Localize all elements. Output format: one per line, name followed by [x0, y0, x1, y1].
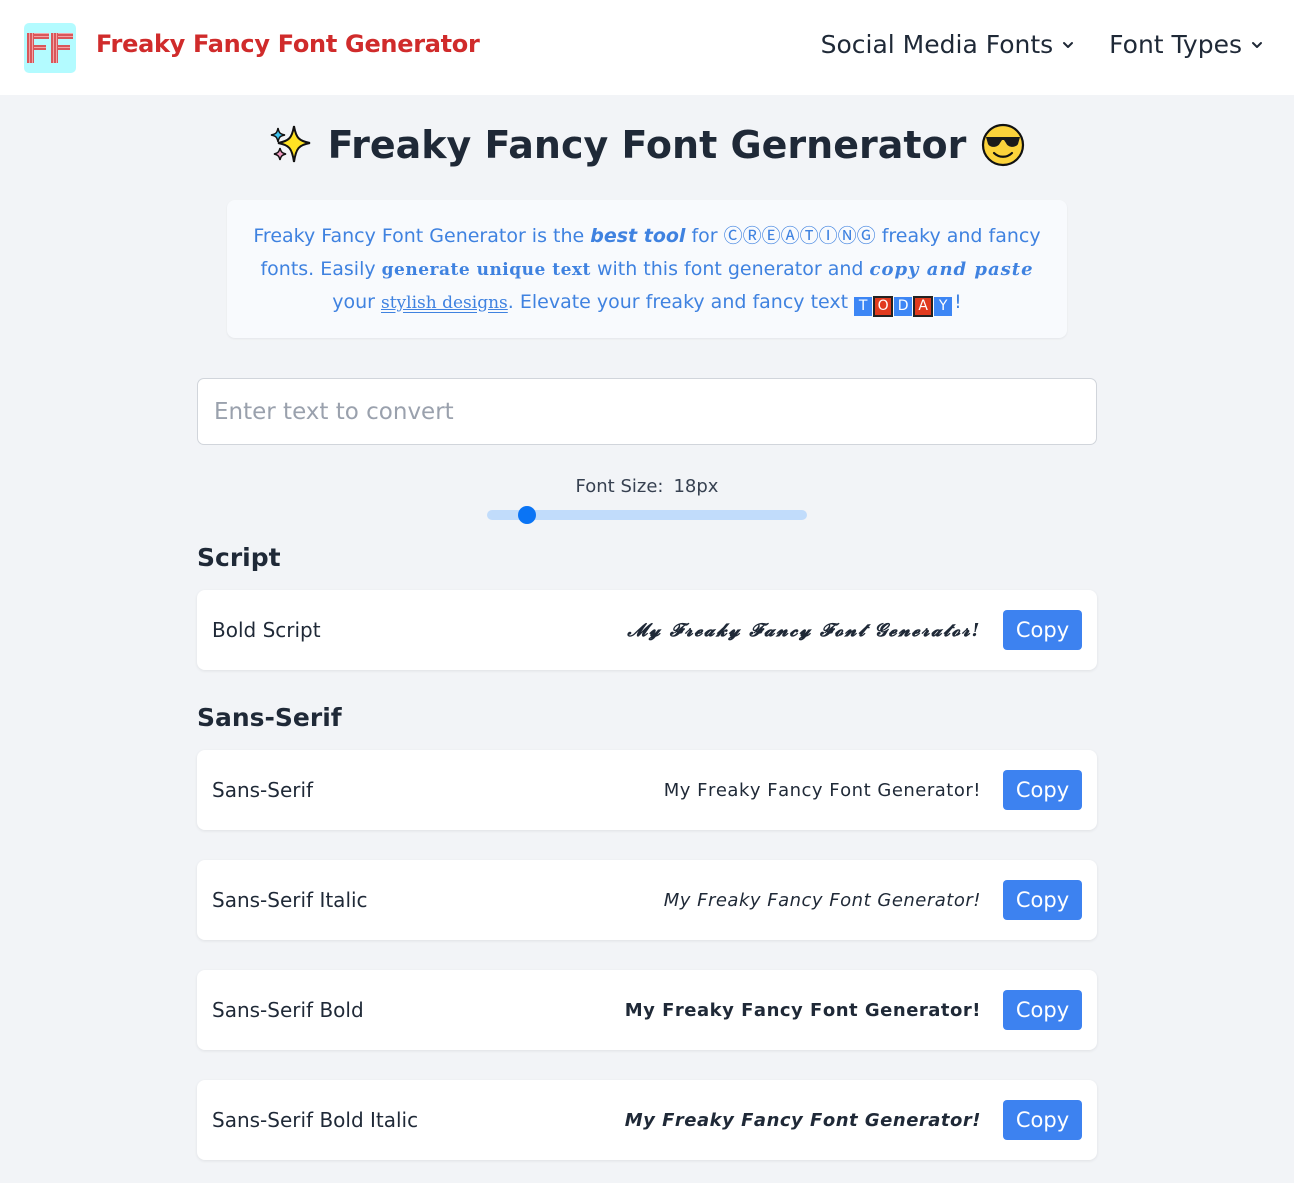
- nav-font-types[interactable]: Font Types: [1109, 30, 1264, 59]
- font-preview: 𝓜𝔂 𝓕𝓻𝓮𝓪𝓴𝔂 𝓕𝓪𝓷𝓬𝔂 𝓕𝓸𝓷𝓽 𝓖𝓮𝓷𝓮𝓻𝓪𝓽𝓸𝓻!: [627, 619, 981, 641]
- sunglasses-face-icon: [982, 123, 1025, 167]
- text-to-convert-input[interactable]: [197, 378, 1097, 445]
- today-letter: Y: [934, 297, 953, 316]
- main-nav: Social Media Fonts Font Types: [821, 30, 1264, 59]
- sparkles-icon: [270, 125, 310, 163]
- nav-label: Social Media Fonts: [820, 30, 1054, 59]
- nav-social-media-fonts[interactable]: Social Media Fonts: [821, 30, 1076, 59]
- generate-unique-text: generate unique text: [381, 259, 591, 280]
- font-style-label: Bold Script: [212, 618, 321, 642]
- chevron-down-icon: [1252, 41, 1262, 48]
- font-size-value: 18px: [673, 476, 719, 497]
- intro-description: Freaky Fancy Font Generator is the best …: [227, 200, 1067, 338]
- copy-button[interactable]: Copy: [1003, 1100, 1082, 1140]
- font-row: Sans-Serif Bold Italic 𝙈𝙮 𝙁𝙧𝙚𝙖𝙠𝙮 𝙁𝙖𝙣𝙘𝙮 𝙁…: [197, 1080, 1097, 1160]
- section-heading-sans-serif: Sans-Serif: [197, 703, 342, 732]
- today-letter: A: [913, 296, 934, 317]
- font-row: Sans-Serif Italic 𝘔𝘺 𝘍𝘳𝘦𝘢𝘬𝘺 𝘍𝘢𝘯𝘤𝘺 𝘍𝘰𝘯𝘵 𝘎…: [197, 860, 1097, 940]
- font-style-label: Sans-Serif Bold: [212, 998, 364, 1022]
- copy-button[interactable]: Copy: [1003, 990, 1082, 1030]
- font-row: Sans-Serif 𝖬𝗒 𝖥𝗋𝖾𝖺𝗄𝗒 𝖥𝖺𝗇𝖼𝗒 𝖥𝗈𝗇𝗍 𝖦𝖾𝗇𝖾𝗋𝖺𝗍𝗈…: [197, 750, 1097, 830]
- font-preview: 𝖬𝗒 𝖥𝗋𝖾𝖺𝗄𝗒 𝖥𝖺𝗇𝖼𝗒 𝖥𝗈𝗇𝗍 𝖦𝖾𝗇𝖾𝗋𝖺𝗍𝗈𝗋!: [663, 779, 981, 801]
- today-letter: D: [894, 297, 913, 316]
- slider-thumb[interactable]: [518, 506, 536, 524]
- stylish-designs-text: stylish designs: [381, 293, 508, 313]
- page-title: Freaky Fancy Font Gernerator: [0, 122, 1294, 168]
- font-row: Bold Script 𝓜𝔂 𝓕𝓻𝓮𝓪𝓴𝔂 𝓕𝓪𝓷𝓬𝔂 𝓕𝓸𝓷𝓽 𝓖𝓮𝓷𝓮𝓻𝓪𝓽…: [197, 590, 1097, 670]
- font-preview: 𝘔𝘺 𝘍𝘳𝘦𝘢𝘬𝘺 𝘍𝘢𝘯𝘤𝘺 𝘍𝘰𝘯𝘵 𝘎𝘦𝘯𝘦𝘳𝘢𝘵𝘰𝘳!: [663, 889, 981, 911]
- site-header: Freaky Fancy Font Generator Social Media…: [0, 0, 1294, 95]
- today-letter: T: [854, 297, 873, 316]
- chevron-down-icon: [1063, 41, 1074, 48]
- font-style-label: Sans-Serif: [212, 778, 314, 802]
- copy-button[interactable]: Copy: [1003, 770, 1082, 810]
- font-style-label: Sans-Serif Italic: [212, 888, 368, 912]
- best-tool-text: best tool: [590, 225, 686, 247]
- copy-button[interactable]: Copy: [1003, 610, 1082, 650]
- font-preview: 𝙈𝙮 𝙁𝙧𝙚𝙖𝙠𝙮 𝙁𝙖𝙣𝙘𝙮 𝙁𝙤𝙣𝙩 𝙂𝙚𝙣𝙚𝙧𝙖𝙩𝙤𝙧!: [624, 1109, 981, 1131]
- font-size-slider[interactable]: [487, 506, 807, 524]
- circled-creating-text: ⒸⓇⒺⒶⓉⒾⓃⒼ: [723, 225, 876, 247]
- font-style-label: Sans-Serif Bold Italic: [212, 1108, 419, 1132]
- nav-label: Font Types: [1109, 30, 1242, 59]
- copy-button[interactable]: Copy: [1003, 880, 1082, 920]
- font-size-label: Font Size: 18px: [575, 476, 719, 497]
- font-preview: 𝗠𝘆 𝗙𝗿𝗲𝗮𝗸𝘆 𝗙𝗮𝗻𝗰𝘆 𝗙𝗼𝗻𝘁 𝗚𝗲𝗻𝗲𝗿𝗮𝘁𝗼𝗿!: [624, 999, 981, 1021]
- logo-icon[interactable]: [24, 23, 76, 73]
- brand-link[interactable]: Freaky Fancy Font Generator: [96, 30, 480, 58]
- today-letter: O: [873, 296, 894, 317]
- font-row: Sans-Serif Bold 𝗠𝘆 𝗙𝗿𝗲𝗮𝗸𝘆 𝗙𝗮𝗻𝗰𝘆 𝗙𝗼𝗻𝘁 𝗚𝗲𝗻…: [197, 970, 1097, 1050]
- page-title-text: Freaky Fancy Font Gernerator: [327, 123, 967, 167]
- copy-and-paste-text: copy and paste: [869, 258, 1034, 280]
- section-heading-script: Script: [197, 543, 281, 572]
